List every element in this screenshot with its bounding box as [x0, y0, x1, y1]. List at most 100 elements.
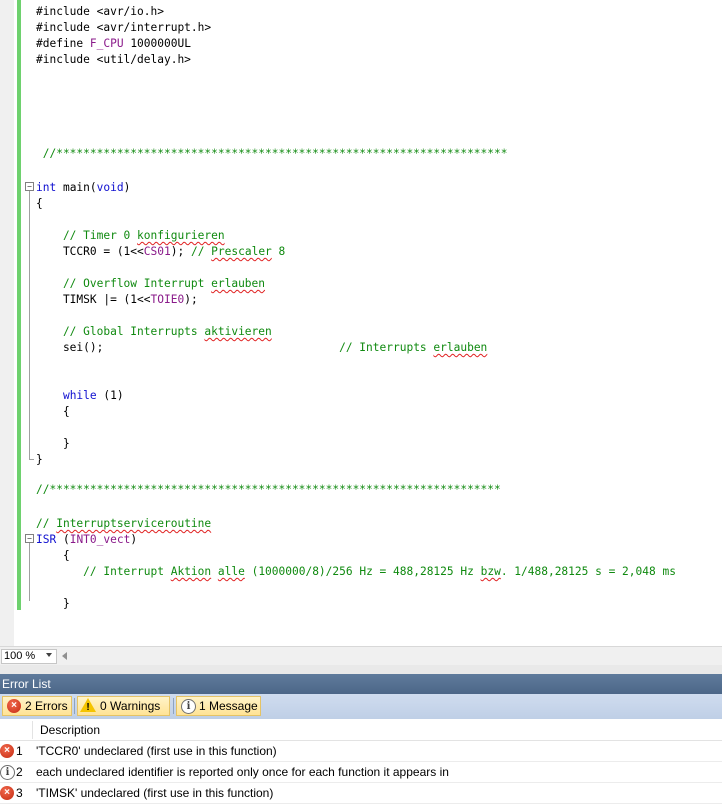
code-token: void — [96, 181, 124, 194]
code-line[interactable]: // Interruptserviceroutine — [36, 516, 211, 532]
info-icon: i — [0, 765, 15, 780]
error-row[interactable]: × 1 'TCCR0' undeclared (first use in thi… — [0, 741, 722, 762]
error-icon: × — [7, 699, 21, 713]
code-token: { — [36, 197, 43, 210]
row-number: 1 — [16, 744, 23, 758]
error-icon: × — [0, 744, 14, 758]
code-token: 8 — [271, 245, 286, 258]
code-line[interactable]: // Global Interrupts aktivieren — [36, 324, 272, 340]
code-line[interactable]: int main(void) — [36, 180, 130, 196]
code-line[interactable]: { — [36, 548, 70, 564]
code-token: main( — [56, 181, 97, 194]
code-line[interactable]: // Overflow Interrupt erlauben — [36, 276, 265, 292]
code-line[interactable]: // Timer 0 konfigurieren — [36, 228, 225, 244]
code-line[interactable]: //**************************************… — [36, 146, 508, 162]
code-token: aktivieren — [204, 325, 272, 338]
info-icon: i — [181, 699, 196, 714]
code-line[interactable]: #define F_CPU 1000000UL — [36, 36, 191, 52]
warnings-filter-button[interactable]: ! 0 Warnings — [77, 696, 170, 716]
code-line[interactable]: TCCR0 = (1<<CS01); // Prescaler 8 — [36, 244, 285, 260]
row-number: 3 — [16, 786, 23, 800]
code-token: Prescaler — [211, 245, 272, 258]
code-token: //**************************************… — [36, 147, 508, 160]
code-token: // Interrupt — [36, 565, 171, 578]
panel-splitter[interactable] — [0, 665, 722, 674]
code-token: INT0_vect — [69, 533, 131, 546]
error-list-title: Error List — [0, 674, 722, 694]
code-token: CS01 — [143, 245, 171, 258]
code-token: } — [36, 453, 43, 466]
code-token: (1000000/8)/256 Hz = 488,28125 Hz — [244, 565, 481, 578]
code-token: bzw — [480, 565, 501, 578]
code-token: ) — [123, 181, 131, 194]
column-divider[interactable] — [32, 721, 33, 739]
code-token: ( — [56, 533, 70, 546]
code-line[interactable]: ISR (INT0_vect) — [36, 532, 137, 548]
code-token: #define — [36, 37, 90, 50]
code-editor[interactable]: − − #include <avr/io.h> #include <avr/int… — [0, 0, 722, 646]
editor-status-strip: 100 % — [0, 646, 722, 665]
code-line[interactable]: { — [36, 196, 43, 212]
code-token: // — [36, 517, 57, 530]
errors-filter-button[interactable]: × 2 Errors — [2, 696, 72, 716]
scroll-left-icon[interactable] — [62, 652, 67, 660]
code-token: // Global Interrupts — [36, 325, 205, 338]
messages-filter-label: 1 Message — [199, 699, 258, 713]
code-token: } — [36, 437, 70, 450]
code-line[interactable]: // Interrupt Aktion alle (1000000/8)/256… — [36, 564, 676, 580]
code-token: #include <avr/io.h> — [36, 5, 164, 18]
code-line[interactable]: while (1) — [36, 388, 124, 404]
chevron-down-icon[interactable] — [46, 653, 52, 657]
code-token: // Timer 0 — [36, 229, 138, 242]
zoom-value: 100 % — [4, 650, 36, 662]
code-line[interactable]: { — [36, 404, 70, 420]
code-line[interactable]: #include <util/delay.h> — [36, 52, 191, 68]
code-token: erlauben — [211, 277, 266, 290]
code-token: ) — [130, 533, 138, 546]
code-line[interactable]: } — [36, 452, 43, 468]
code-line[interactable]: TIMSK |= (1<<TOIE0); — [36, 292, 198, 308]
row-description: 'TIMSK' undeclared (first use in this fu… — [36, 786, 274, 800]
code-token: #include <util/delay.h> — [36, 53, 191, 66]
code-token: ); — [170, 245, 191, 258]
code-token: F_CPU — [89, 37, 124, 50]
code-token: konfigurieren — [137, 229, 225, 242]
error-row[interactable]: × 3 'TIMSK' undeclared (first use in thi… — [0, 783, 722, 804]
warning-icon: ! — [80, 698, 96, 714]
code-line[interactable]: sei(); // Interrupts erlauben — [36, 340, 487, 356]
code-token: // Overflow Interrupt — [36, 277, 212, 290]
code-line[interactable]: #include <avr/io.h> — [36, 4, 164, 20]
row-description: each undeclared identifier is reported o… — [36, 765, 449, 779]
code-token: alle — [217, 565, 245, 578]
code-token: // — [190, 245, 212, 258]
code-token: TIMSK |= (1<< — [36, 293, 151, 306]
messages-filter-button[interactable]: i 1 Message — [176, 696, 261, 716]
column-header-description[interactable]: Description — [40, 719, 100, 741]
code-line[interactable]: #include <avr/interrupt.h> — [36, 20, 211, 36]
code-token: Aktion — [170, 565, 212, 578]
error-row[interactable]: i 2 each undeclared identifier is report… — [0, 762, 722, 783]
code-token: . 1/488,28125 s = 2,048 ms — [500, 565, 676, 578]
errors-filter-label: 2 Errors — [25, 699, 68, 713]
code-token: TCCR0 = (1<< — [36, 245, 144, 258]
code-token: while — [62, 389, 97, 402]
code-token: // Interrupts — [103, 341, 434, 354]
code-token: (1) — [96, 389, 124, 402]
code-token: Interruptserviceroutine — [56, 517, 212, 530]
code-line[interactable]: //**************************************… — [36, 482, 501, 498]
code-lines: #include <avr/io.h> #include <avr/interru… — [0, 0, 722, 646]
code-token: ISR — [36, 533, 57, 546]
toolbar-separator — [74, 698, 75, 714]
code-token: { — [36, 405, 70, 418]
error-icon: × — [0, 786, 14, 800]
row-description: 'TCCR0' undeclared (first use in this fu… — [36, 744, 277, 758]
row-number: 2 — [16, 765, 23, 779]
error-list-toolbar: × 2 Errors ! 0 Warnings i 1 Message — [0, 694, 722, 719]
code-token: int — [36, 181, 57, 194]
code-token: ); — [184, 293, 198, 306]
code-line[interactable]: } — [36, 436, 70, 452]
code-token: sei(); — [36, 341, 104, 354]
code-line[interactable]: } — [36, 596, 70, 612]
